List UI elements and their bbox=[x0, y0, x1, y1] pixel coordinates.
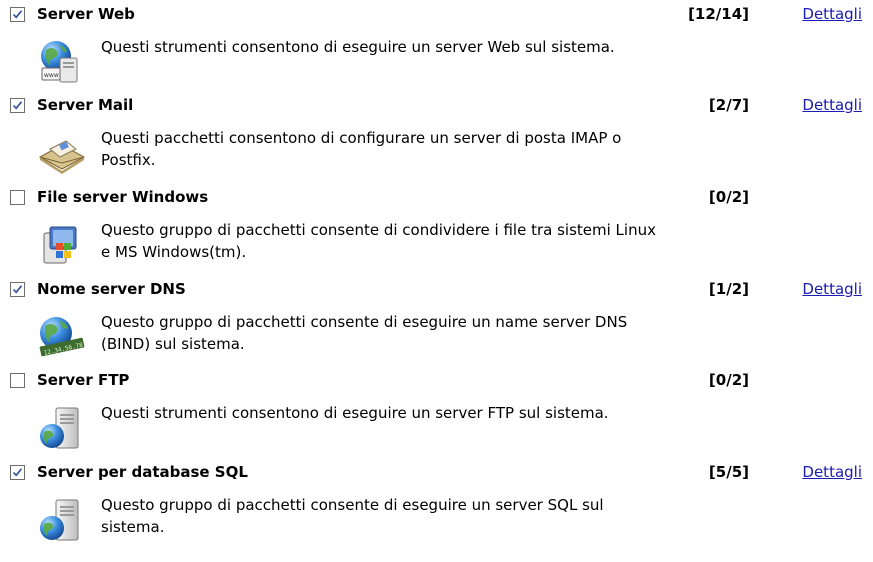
group-count: [12/14] bbox=[688, 5, 749, 23]
details-link[interactable]: Dettagli bbox=[802, 462, 862, 482]
group-count: [0/2] bbox=[708, 188, 749, 206]
group-description: Questo gruppo di pacchetti consente di e… bbox=[101, 496, 604, 536]
details-link[interactable]: Dettagli bbox=[802, 279, 862, 299]
package-group-ftp-server: Server FTP [0/2] Dettagli Questi strumen… bbox=[0, 366, 873, 457]
package-group-sql-server: Server per database SQL [5/5] Dettagli Q… bbox=[0, 458, 873, 549]
package-group-web-server: Server Web [12/14] Dettagli www Questi s… bbox=[0, 0, 873, 91]
windows-file-server-checkbox[interactable] bbox=[10, 190, 25, 205]
checkmark-icon bbox=[12, 285, 23, 294]
checkmark-icon bbox=[12, 10, 23, 19]
web-server-icon: www bbox=[41, 41, 78, 83]
sql-server-checkbox[interactable] bbox=[10, 465, 25, 480]
mail-server-checkbox[interactable] bbox=[10, 98, 25, 113]
package-group-dns-server: Nome server DNS [1/2] Dettagli 12.34.56.… bbox=[0, 275, 873, 366]
dns-globe-icon: 12.34.56.78 bbox=[39, 317, 85, 357]
checkmark-icon bbox=[12, 468, 23, 477]
group-count: [1/2] bbox=[708, 280, 749, 298]
group-title: Server Mail bbox=[37, 96, 134, 114]
mail-server-icon bbox=[38, 140, 86, 174]
group-description: Questo gruppo di pacchetti consente di e… bbox=[101, 313, 628, 353]
svg-text:www: www bbox=[44, 72, 59, 79]
web-server-checkbox[interactable] bbox=[10, 7, 25, 22]
group-title: Nome server DNS bbox=[37, 280, 186, 298]
ftp-server-checkbox[interactable] bbox=[10, 373, 25, 388]
package-group-windows-file-server: File server Windows [0/2] Dettagli Quest… bbox=[0, 183, 873, 274]
details-link[interactable]: Dettagli bbox=[802, 4, 862, 24]
group-title: Server FTP bbox=[37, 371, 130, 389]
sql-server-icon bbox=[40, 499, 79, 541]
group-description: Questo gruppo di pacchetti consente di c… bbox=[101, 221, 656, 261]
ftp-server-icon bbox=[40, 407, 79, 449]
group-title: Server Web bbox=[37, 5, 135, 23]
windows-file-server-icon bbox=[43, 226, 77, 264]
group-title: File server Windows bbox=[37, 188, 209, 206]
group-count: [0/2] bbox=[708, 371, 749, 389]
group-count: [2/7] bbox=[708, 96, 749, 114]
group-description: Questi pacchetti consentono di configura… bbox=[101, 129, 622, 169]
group-title: Server per database SQL bbox=[37, 463, 248, 481]
package-group-mail-server: Server Mail [2/7] Dettagli Questi pacche… bbox=[0, 91, 873, 182]
group-description: Questi strumenti consentono di eseguire … bbox=[101, 38, 615, 56]
details-link[interactable]: Dettagli bbox=[802, 95, 862, 115]
group-count: [5/5] bbox=[708, 463, 749, 481]
dns-server-checkbox[interactable] bbox=[10, 282, 25, 297]
group-description: Questi strumenti consentono di eseguire … bbox=[101, 404, 609, 422]
checkmark-icon bbox=[12, 101, 23, 110]
